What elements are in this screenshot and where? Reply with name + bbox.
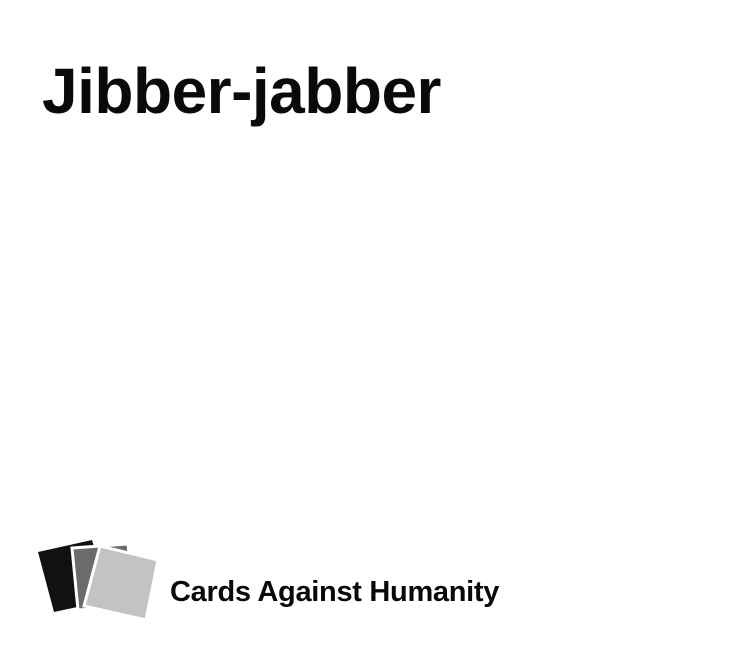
brand-name: Cards Against Humanity — [170, 576, 500, 608]
white-card: Jibber-jabber Cards Against Humanity — [0, 0, 750, 656]
brand-logo: Cards Against Humanity — [36, 536, 556, 632]
card-text: Jibber-jabber — [42, 55, 441, 127]
stacked-cards-icon — [38, 540, 160, 622]
